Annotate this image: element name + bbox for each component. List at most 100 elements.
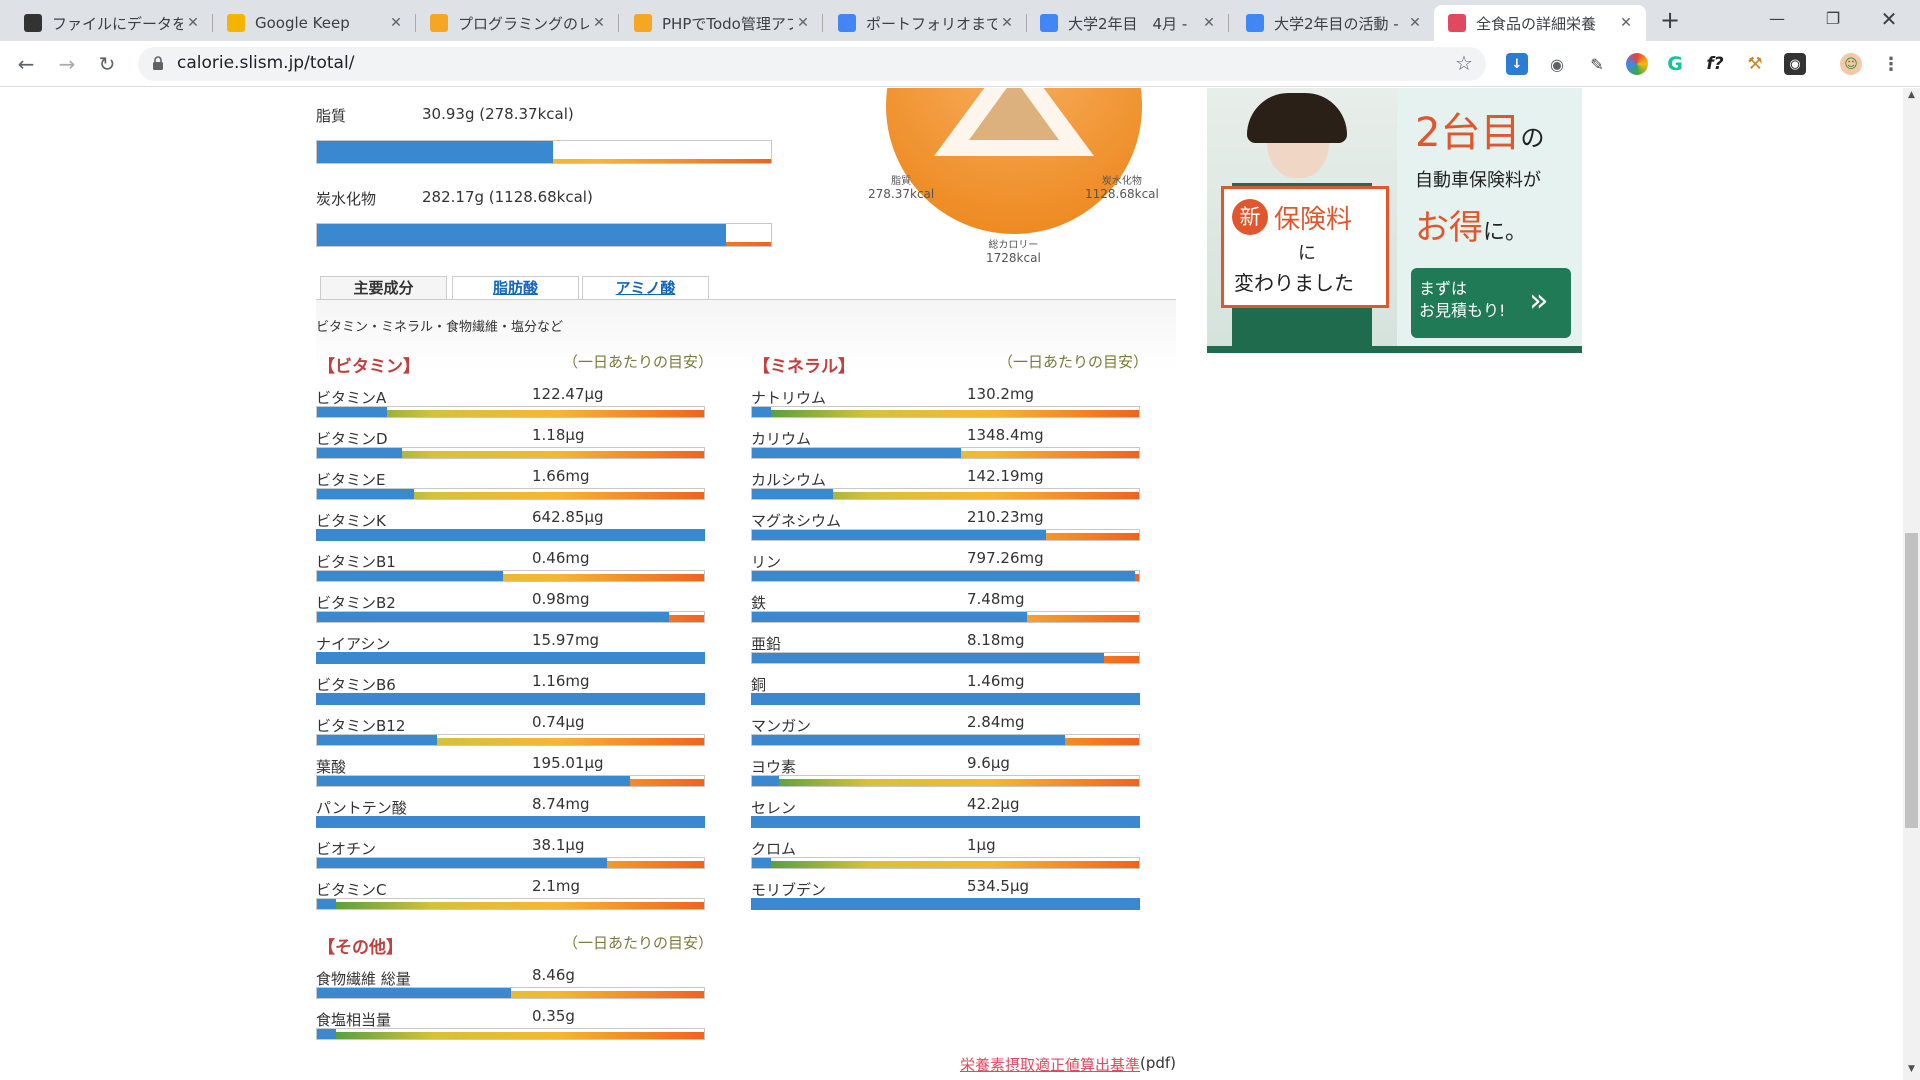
bar-fill — [317, 571, 503, 581]
browser-tab[interactable]: ファイルにデータを保存✕ — [10, 5, 213, 41]
bar-fill — [752, 489, 834, 499]
close-tab-icon[interactable]: ✕ — [997, 15, 1017, 31]
minerals-value: 1μg — [967, 836, 996, 854]
minerals-name: カルシウム — [751, 471, 827, 489]
minerals-bar — [751, 652, 1140, 664]
ad-sign-board: 新 保険料 に 変わりました — [1221, 186, 1389, 308]
close-tab-icon[interactable]: ✕ — [1616, 15, 1636, 31]
close-window-button[interactable]: ✕ — [1866, 0, 1912, 41]
tab-fatty-acids[interactable]: 脂肪酸 — [452, 276, 579, 300]
vitamins-bar — [316, 488, 705, 500]
minerals-value: 9.6μg — [967, 754, 1010, 772]
browser-tab[interactable]: PHPでTodo管理アプ ✕ — [620, 5, 823, 41]
profile-avatar[interactable]: ☺ — [1840, 53, 1862, 75]
ad-headline: 2台目の — [1415, 110, 1545, 156]
vitamins-name: 葉酸 — [316, 758, 347, 776]
close-tab-icon[interactable]: ✕ — [1199, 15, 1219, 31]
ad-badge-changed: 変わりました — [1234, 271, 1354, 295]
vitamins-name: ビタミンB6 — [316, 676, 396, 694]
camera-extension-icon[interactable]: ◉ — [1546, 53, 1568, 75]
reload-button[interactable]: ↻ — [93, 50, 121, 78]
pdf-suffix: (pdf) — [1140, 1054, 1177, 1072]
bar-fill — [317, 988, 511, 998]
browser-tab[interactable]: プログラミングのレッス✕ — [416, 5, 619, 41]
browser-tab[interactable]: 大学2年目の活動 - ✕ — [1232, 5, 1435, 41]
minerals-bar — [751, 447, 1140, 459]
vitamins-value: 0.46mg — [532, 549, 590, 567]
menu-kebab-icon[interactable]: ⋮ — [1880, 53, 1902, 75]
font-extension-icon[interactable]: f? — [1704, 53, 1726, 75]
vitamins-bar — [316, 693, 705, 705]
grammarly-extension-icon[interactable]: G — [1664, 53, 1686, 75]
scroll-down-arrow-icon[interactable]: ▼ — [1905, 1064, 1918, 1078]
close-tab-icon[interactable]: ✕ — [183, 15, 203, 31]
tab-amino-acids[interactable]: アミノ酸 — [582, 276, 709, 300]
ad-badge-new: 新 — [1232, 199, 1268, 235]
vitamin-heading: 【ビタミン】 — [318, 357, 420, 377]
vitamins-name: ビタミンC — [316, 881, 387, 899]
pie-label-total: 総カロリー 1728kcal — [986, 240, 1041, 265]
minerals-name: 銅 — [751, 676, 767, 694]
close-tab-icon[interactable]: ✕ — [793, 15, 813, 31]
browser-tab-title: 全食品の詳細栄養 — [1476, 14, 1597, 33]
slism-icon — [1448, 14, 1466, 32]
vitamins-bar — [316, 447, 705, 459]
vitamins-value: 2.1mg — [532, 877, 580, 895]
minerals-value: 1.46mg — [967, 672, 1025, 690]
browser-tab[interactable]: 全食品の詳細栄養 ✕ — [1434, 5, 1646, 41]
browser-tab[interactable]: 大学2年目 4月 - ✕ — [1026, 5, 1229, 41]
browser-tab[interactable]: Google Keep ✕ — [213, 5, 416, 41]
bookmark-star-icon[interactable]: ☆ — [1455, 51, 1473, 75]
others-heading: 【その他】 — [318, 938, 403, 958]
docs-icon — [1246, 14, 1264, 32]
vitamins-bar — [316, 816, 705, 828]
maximize-button[interactable]: ❐ — [1810, 0, 1856, 41]
browser-tab-title: 大学2年目 4月 - — [1068, 14, 1188, 33]
scrollbar-thumb[interactable] — [1905, 533, 1918, 828]
nutrition-standard-link[interactable]: 栄養素摂取適正値算出基準 — [960, 1054, 1140, 1075]
ad-badge-ni: に — [1298, 243, 1316, 264]
browser-tab[interactable]: ポートフォリオまでの道✕ — [824, 5, 1027, 41]
hammer-extension-icon[interactable]: ⚒ — [1744, 53, 1766, 75]
others-name: 食物繊維 総量 — [316, 970, 411, 988]
close-tab-icon[interactable]: ✕ — [386, 15, 406, 31]
insurance-ad-banner[interactable]: 新 保険料 に 変わりました 2台目の 自動車保険料が お得に。 まずは お見積… — [1207, 88, 1582, 353]
vitamins-value: 8.74mg — [532, 795, 590, 813]
docs-icon — [1040, 14, 1058, 32]
minerals-name: モリブデン — [751, 881, 827, 899]
ad-cta-button[interactable]: まずは お見積もり! » — [1411, 268, 1571, 338]
minerals-value: 534.5μg — [967, 877, 1030, 895]
close-tab-icon[interactable]: ✕ — [1405, 15, 1425, 31]
forward-button[interactable]: → — [53, 50, 81, 78]
bar-clip — [317, 1029, 704, 1032]
vitamins-name: ビタミンB12 — [316, 717, 406, 735]
minerals-name: 鉄 — [751, 594, 767, 612]
ad-subline: 自動車保険料が — [1415, 170, 1541, 191]
macro-value-fat: 30.93g (278.37kcal) — [422, 105, 574, 123]
download-extension-icon[interactable]: ↓ — [1506, 53, 1528, 75]
bar-fill — [752, 653, 1105, 663]
shield-extension-icon[interactable]: ◉ — [1784, 53, 1806, 75]
minerals-value: 42.2μg — [967, 795, 1020, 813]
vitamins-name: ビタミンD — [316, 430, 388, 448]
bar-fill — [317, 858, 608, 868]
eyedropper-extension-icon[interactable]: ✎ — [1586, 53, 1608, 75]
vitamins-value: 642.85μg — [532, 508, 604, 526]
vitamins-name: ナイアシン — [316, 635, 391, 653]
minerals-bar — [751, 570, 1140, 582]
color-wheel-extension-icon[interactable] — [1626, 53, 1648, 75]
scroll-up-arrow-icon[interactable]: ▲ — [1905, 90, 1918, 104]
vitamins-bar — [316, 529, 705, 541]
section-subtitle: ビタミン・ミネラル・食物繊維・塩分など — [316, 320, 564, 335]
vitamins-bar — [316, 652, 705, 664]
macro-bar-carb — [316, 223, 772, 247]
minerals-name: リン — [751, 553, 782, 571]
bar-fill — [752, 735, 1066, 745]
close-tab-icon[interactable]: ✕ — [589, 15, 609, 31]
new-tab-button[interactable]: + — [1656, 6, 1684, 34]
vitamins-value: 122.47μg — [532, 385, 604, 403]
others-value: 8.46g — [532, 966, 575, 984]
tab-main-nutrients[interactable]: 主要成分 — [320, 276, 447, 300]
minimize-button[interactable]: — — [1754, 0, 1800, 41]
back-button[interactable]: ← — [12, 50, 40, 78]
